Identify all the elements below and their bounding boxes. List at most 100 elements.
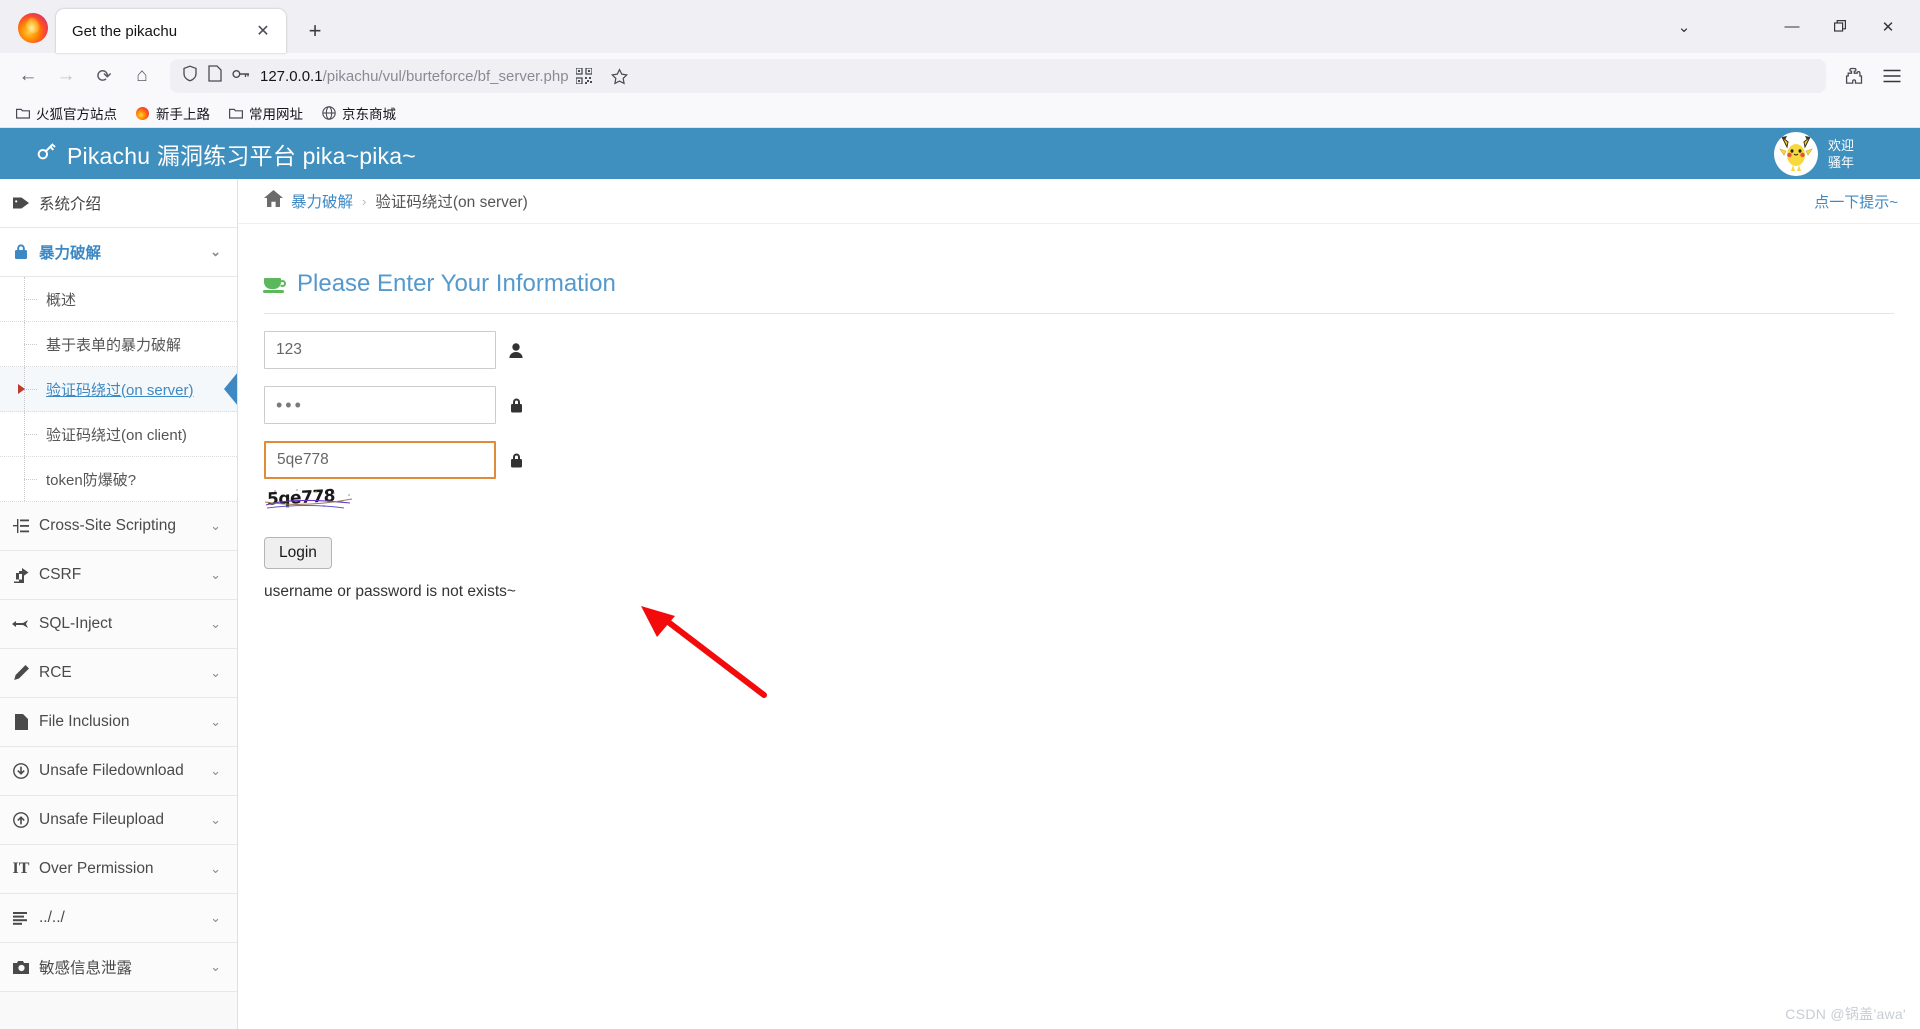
lock-icon <box>12 244 30 260</box>
chevron-down-icon[interactable]: ⌄ <box>210 714 221 730</box>
chevron-down-icon[interactable]: ⌄ <box>210 861 221 877</box>
bookmark-label: 火狐官方站点 <box>36 107 117 122</box>
key-icon[interactable] <box>232 67 250 85</box>
captcha-noise <box>264 489 353 509</box>
chevron-down-icon[interactable]: ⌄ <box>210 910 221 926</box>
sidebar-subitem-overview[interactable]: 概述 <box>0 277 237 322</box>
chevron-down-icon[interactable]: ⌄ <box>210 959 221 975</box>
coffee-cup-icon <box>263 276 286 293</box>
sidebar-item-intro[interactable]: 系统介绍 <box>0 179 237 228</box>
address-bar-actions <box>569 61 637 91</box>
bookmark-label: 常用网址 <box>249 107 303 122</box>
sidebar-item-traversal[interactable]: ../../ ⌄ <box>0 894 237 943</box>
sidebar-item-bruteforce[interactable]: 暴力破解 ⌄ <box>0 228 237 277</box>
hint-link[interactable]: 点一下提示~ <box>1814 191 1898 212</box>
minimize-icon[interactable]: — <box>1768 4 1816 50</box>
bookmark-item[interactable]: 新手上路 <box>128 100 217 126</box>
sidebar-item-info-leak[interactable]: 敏感信息泄露 ⌄ <box>0 943 237 992</box>
reload-icon[interactable]: ⟳ <box>86 59 122 93</box>
sidebar-item-rce[interactable]: RCE ⌄ <box>0 649 237 698</box>
back-icon[interactable]: ← <box>10 59 46 93</box>
avatar <box>1773 131 1818 176</box>
page-body: 系统介绍 暴力破解 ⌄ 概述 基于表单的暴力破解 验证码绕过(on server… <box>0 179 1920 1029</box>
sidebar-item-label: Unsafe Fileupload <box>39 811 164 828</box>
sidebar-item-csrf[interactable]: CSRF ⌄ <box>0 551 237 600</box>
breadcrumb-parent-link[interactable]: 暴力破解 <box>291 190 353 212</box>
breadcrumb-separator: › <box>362 193 367 209</box>
sitemap-icon <box>12 519 30 533</box>
chevron-down-icon[interactable]: ⌄ <box>210 665 221 681</box>
password-input[interactable]: ••• <box>264 386 496 424</box>
camera-icon <box>12 960 30 974</box>
address-bar-icons <box>178 65 260 87</box>
sidebar-item-label: ../../ <box>39 909 65 926</box>
share-icon <box>12 567 30 583</box>
folder-icon <box>15 106 30 121</box>
page-content: Pikachu 漏洞练习平台 pika~pika~ 欢迎 骚年 系统介绍 暴力破… <box>0 128 1920 1029</box>
shield-icon[interactable] <box>182 65 198 87</box>
home-icon[interactable]: ⌂ <box>124 59 160 93</box>
sidebar: 系统介绍 暴力破解 ⌄ 概述 基于表单的暴力破解 验证码绕过(on server… <box>0 179 238 1029</box>
main-content: 暴力破解 › 验证码绕过(on server) 点一下提示~ Please En… <box>238 179 1920 1029</box>
chevron-down-icon[interactable]: ⌄ <box>210 763 221 779</box>
sidebar-item-over-permission[interactable]: IT Over Permission ⌄ <box>0 845 237 894</box>
username-input[interactable] <box>264 331 496 369</box>
firefox-logo-icon <box>18 13 48 43</box>
window-close-icon[interactable]: ✕ <box>1864 4 1912 50</box>
chevron-down-icon[interactable]: ⌄ <box>210 567 221 583</box>
text-icon: IT <box>12 860 30 877</box>
sidebar-item-label: 敏感信息泄露 <box>39 960 133 977</box>
sidebar-subitem-captcha-server[interactable]: 验证码绕过(on server) <box>0 367 237 412</box>
bookmark-star-icon[interactable] <box>605 61 635 91</box>
new-tab-button[interactable]: + <box>298 14 332 48</box>
page-info-icon[interactable] <box>208 65 222 87</box>
tab-strip: Get the pikachu ✕ + ⌄ — ✕ <box>0 0 1920 53</box>
sidebar-subitem-label: 验证码绕过(on server) <box>46 381 194 399</box>
lock-icon <box>508 453 524 468</box>
sidebar-item-file-inclusion[interactable]: File Inclusion ⌄ <box>0 698 237 747</box>
qr-code-icon[interactable] <box>569 61 599 91</box>
breadcrumb: 暴力破解 › 验证码绕过(on server) 点一下提示~ <box>238 179 1920 224</box>
bookmark-item[interactable]: 京东商城 <box>314 100 403 126</box>
extensions-icon[interactable] <box>1836 59 1872 93</box>
maximize-icon[interactable] <box>1816 4 1864 50</box>
sidebar-item-fileupload[interactable]: Unsafe Fileupload ⌄ <box>0 796 237 845</box>
file-icon <box>12 714 30 730</box>
list-icon <box>12 911 30 925</box>
chevron-down-icon[interactable]: ⌄ <box>210 812 221 828</box>
bookmark-item[interactable]: 火狐官方站点 <box>8 100 124 126</box>
bookmark-item[interactable]: 常用网址 <box>221 100 310 126</box>
sidebar-item-filedownload[interactable]: Unsafe Filedownload ⌄ <box>0 747 237 796</box>
chevron-down-icon[interactable]: ⌄ <box>210 616 221 632</box>
captcha-input[interactable] <box>264 441 496 479</box>
login-button[interactable]: Login <box>264 537 332 569</box>
sidebar-subitem-form-bruteforce[interactable]: 基于表单的暴力破解 <box>0 322 237 367</box>
bookmark-label: 新手上路 <box>156 107 210 122</box>
site-title: Pikachu 漏洞练习平台 pika~pika~ <box>0 137 416 171</box>
close-icon[interactable]: ✕ <box>250 18 276 44</box>
browser-tab[interactable]: Get the pikachu ✕ <box>56 9 286 53</box>
home-icon[interactable] <box>264 190 283 212</box>
forward-icon[interactable]: → <box>48 59 84 93</box>
user-badge[interactable]: 欢迎 骚年 <box>1773 128 1860 179</box>
red-arrow-annotation <box>641 606 767 698</box>
chevron-down-icon[interactable]: ⌄ <box>210 518 221 534</box>
bookmarks-bar: 火狐官方站点 新手上路 常用网址 京东商城 <box>0 99 1920 128</box>
chevron-down-icon[interactable]: ⌄ <box>1660 4 1708 50</box>
sidebar-subitem-label: 概述 <box>46 291 77 309</box>
sidebar-item-xss[interactable]: Cross-Site Scripting ⌄ <box>0 502 237 551</box>
sidebar-item-label: Over Permission <box>39 860 154 877</box>
globe-icon <box>321 106 336 121</box>
welcome-line-1: 欢迎 <box>1827 137 1854 153</box>
sidebar-item-label: Cross-Site Scripting <box>39 517 176 534</box>
sidebar-item-sqlinject[interactable]: SQL-Inject ⌄ <box>0 600 237 649</box>
captcha-image[interactable]: 5qe778 <box>264 487 354 511</box>
url-text: 127.0.0.1/pikachu/vul/burteforce/bf_serv… <box>260 68 569 85</box>
sidebar-subitem-token[interactable]: token防爆破? <box>0 457 237 502</box>
app-menu-icon[interactable] <box>1874 59 1910 93</box>
address-bar[interactable]: 127.0.0.1/pikachu/vul/burteforce/bf_serv… <box>170 59 1826 93</box>
chevron-down-icon[interactable]: ⌄ <box>210 244 221 260</box>
tab-title: Get the pikachu <box>72 22 178 40</box>
sidebar-subitem-captcha-client[interactable]: 验证码绕过(on client) <box>0 412 237 457</box>
plane-icon <box>12 618 30 630</box>
